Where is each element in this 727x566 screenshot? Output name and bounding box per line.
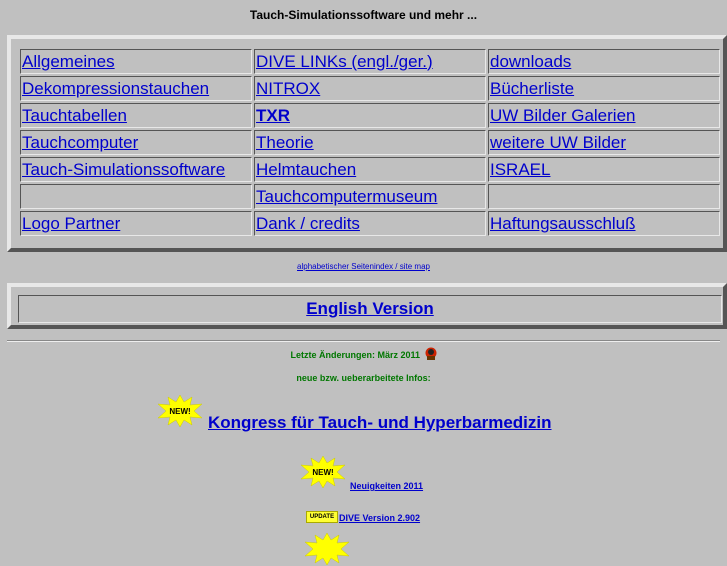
english-frame: English Version	[7, 283, 727, 329]
nav-cell: downloads	[488, 49, 720, 74]
nav-cell: Dank / credits	[254, 211, 486, 236]
nav-cell: Helmtauchen	[254, 157, 486, 182]
new-badge-text: NEW!	[169, 407, 190, 416]
new-badge-icon	[304, 532, 350, 566]
sitemap-link[interactable]: alphabetischer Seitenindex / site map	[297, 262, 430, 271]
last-changes-text: Letzte Änderungen: März 2011	[290, 350, 420, 360]
nav-cell: Dekompressionstauchen	[20, 76, 252, 101]
nav-link[interactable]: Tauchtabellen	[22, 106, 127, 125]
nav-cell: UW Bilder Galerien	[488, 103, 720, 128]
nav-link[interactable]: TXR	[256, 106, 290, 125]
dive-version-link[interactable]: DIVE Version 2.902	[339, 513, 420, 523]
nav-row: Tauchcomputermuseum	[20, 184, 720, 209]
nav-row: Tauchcomputer Theorie weitere UW Bilder	[20, 130, 720, 155]
nav-link[interactable]: Tauchcomputer	[22, 133, 138, 152]
nav-link[interactable]: Theorie	[256, 133, 314, 152]
nav-link[interactable]: Helmtauchen	[256, 160, 356, 179]
nav-row: Tauch-Simulationssoftware Helmtauchen ISRA…	[20, 157, 720, 182]
new-badge-icon: NEW!	[157, 394, 203, 428]
new-info-heading: neue bzw. ueberarbeitete Infos:	[296, 373, 431, 383]
divider	[7, 340, 720, 342]
page-title: Tauch-Simulationssoftware und mehr ...	[249, 8, 478, 22]
nav-link[interactable]: weitere UW Bilder	[490, 133, 626, 152]
navigation-table: Allgemeines DIVE LINKs (engl./ger.) downlo…	[18, 47, 722, 238]
nav-link[interactable]: Tauchcomputermuseum	[256, 187, 437, 206]
nav-row: Dekompressionstauchen NITROX Bücherliste	[20, 76, 720, 101]
sitemap-line: alphabetischer Seitenindex / site map	[0, 262, 727, 271]
nav-cell: Bücherliste	[488, 76, 720, 101]
nav-link[interactable]: Tauch-Simulationssoftware	[22, 160, 225, 179]
nav-cell: Tauch-Simulationssoftware	[20, 157, 252, 182]
nav-link[interactable]: Dank / credits	[256, 214, 360, 233]
nav-cell: Logo Partner	[20, 211, 252, 236]
nav-cell: Tauchcomputermuseum	[254, 184, 486, 209]
nav-cell: Tauchtabellen	[20, 103, 252, 128]
new-badge-icon: NEW!	[300, 455, 346, 489]
nav-cell	[488, 184, 720, 209]
nav-link[interactable]: Bücherliste	[490, 79, 574, 98]
nav-link[interactable]: Logo Partner	[22, 214, 120, 233]
nav-cell: NITROX	[254, 76, 486, 101]
nav-cell: Allgemeines	[20, 49, 252, 74]
last-changes: Letzte Änderungen: März 2011	[0, 347, 727, 360]
nav-cell: DIVE LINKs (engl./ger.)	[254, 49, 486, 74]
nav-cell: TXR	[254, 103, 486, 128]
nav-cell: ISRAEL	[488, 157, 720, 182]
navigation-frame: Allgemeines DIVE LINKs (engl./ger.) downlo…	[7, 35, 727, 252]
kongress-link[interactable]: Kongress für Tauch- und Hyperbarmedizin	[208, 413, 552, 433]
nav-cell	[20, 184, 252, 209]
nav-link[interactable]: downloads	[490, 52, 571, 71]
nav-link[interactable]: UW Bilder Galerien	[490, 106, 636, 125]
english-version-link[interactable]: English Version	[306, 299, 434, 318]
nav-row: Tauchtabellen TXR UW Bilder Galerien	[20, 103, 720, 128]
news-2011-link[interactable]: Neuigkeiten 2011	[350, 481, 423, 491]
nav-cell: Tauchcomputer	[20, 130, 252, 155]
nav-row: Logo Partner Dank / credits Haftungsaussch…	[20, 211, 720, 236]
new-badge-text: NEW!	[312, 468, 333, 477]
nav-cell: Theorie	[254, 130, 486, 155]
nav-link[interactable]: ISRAEL	[490, 160, 550, 179]
nav-link[interactable]: NITROX	[256, 79, 320, 98]
nav-link[interactable]: Dekompressionstauchen	[22, 79, 209, 98]
nav-link[interactable]: DIVE LINKs (engl./ger.)	[256, 52, 433, 71]
nav-link[interactable]: Haftungsausschluß	[490, 214, 636, 233]
nav-link[interactable]: Allgemeines	[22, 52, 115, 71]
update-badge: UPDATE	[306, 511, 338, 523]
nav-cell: Haftungsausschluß	[488, 211, 720, 236]
nav-row: Allgemeines DIVE LINKs (engl./ger.) downlo…	[20, 49, 720, 74]
nav-cell: weitere UW Bilder	[488, 130, 720, 155]
diver-icon	[425, 347, 437, 360]
english-cell: English Version	[18, 295, 722, 323]
